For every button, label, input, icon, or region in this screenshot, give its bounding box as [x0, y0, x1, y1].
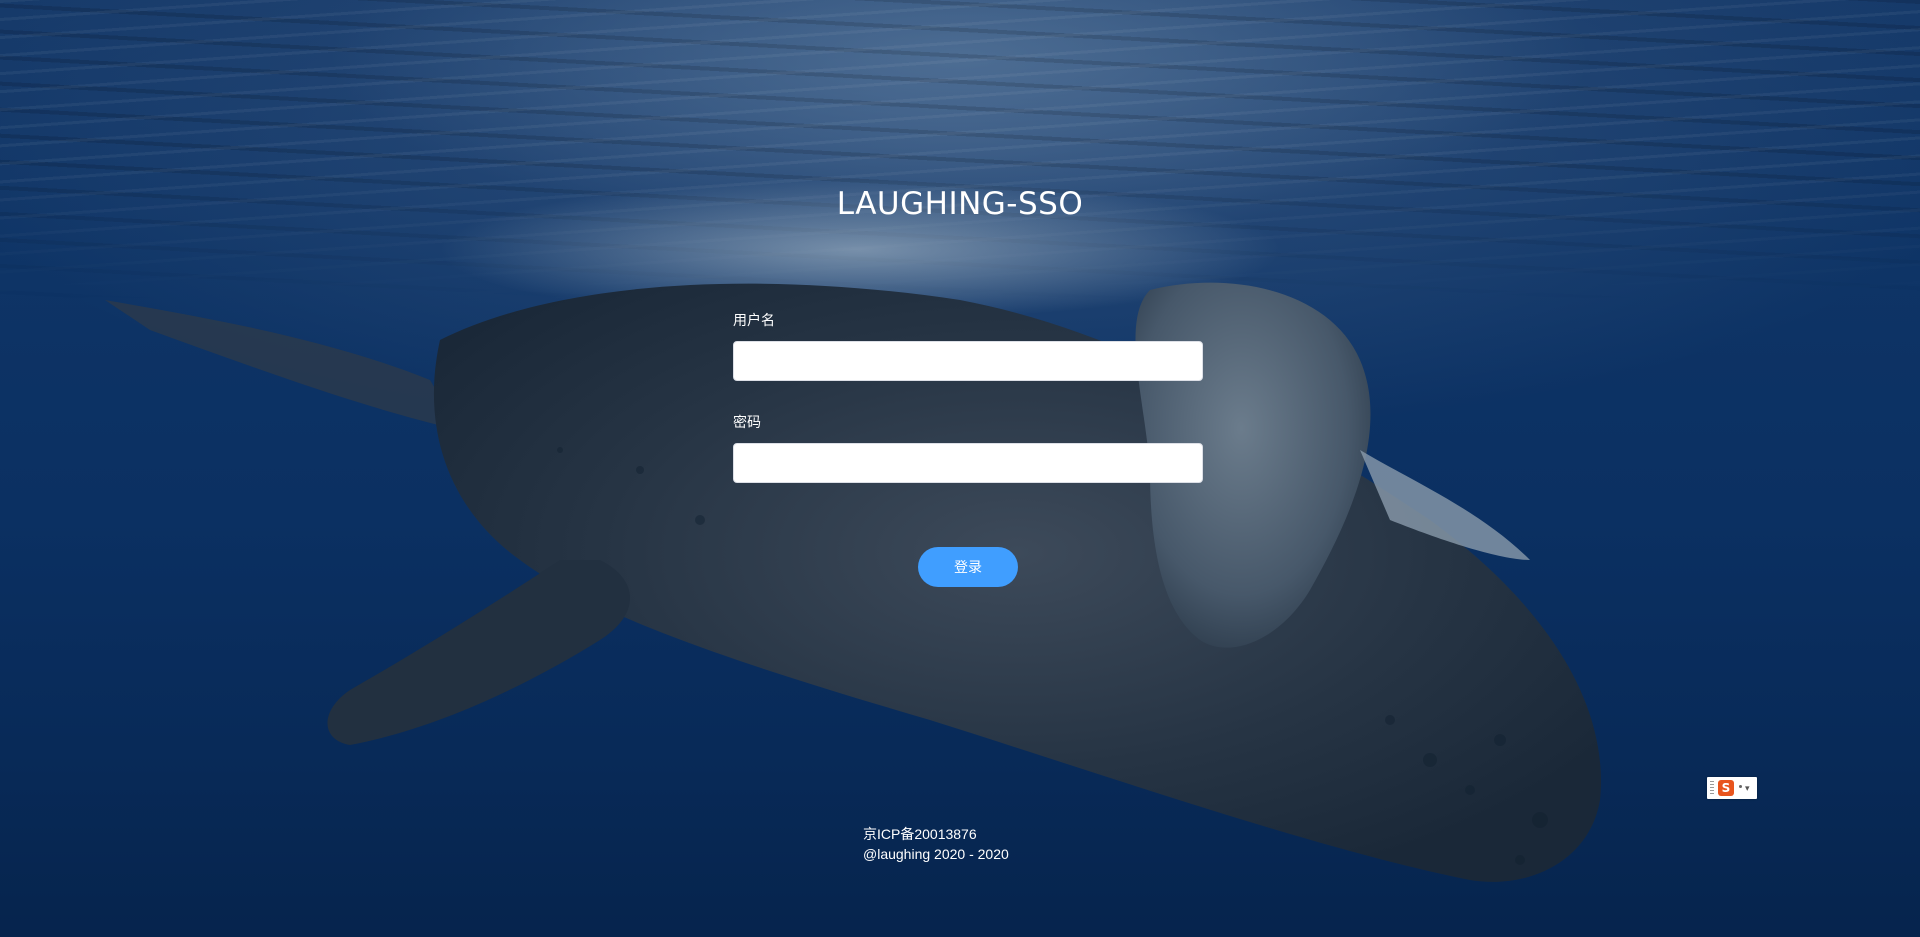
- icp-record-link[interactable]: 京ICP备20013876: [863, 824, 1009, 844]
- login-page: LAUGHING-SSO 用户名 密码 登录 京ICP备20013876 @la…: [0, 0, 1920, 937]
- footer: 京ICP备20013876 @laughing 2020 - 2020: [863, 824, 1009, 864]
- dot-icon: [1739, 784, 1742, 788]
- password-input[interactable]: [733, 443, 1203, 483]
- drag-handle-icon[interactable]: [1710, 781, 1714, 795]
- username-label: 用户名: [733, 312, 775, 328]
- login-button[interactable]: 登录: [918, 547, 1018, 587]
- chevron-down-icon[interactable]: ▾: [1745, 783, 1750, 793]
- ime-toolbar[interactable]: S ▾: [1707, 777, 1757, 799]
- password-field-group: 密码: [733, 412, 1203, 483]
- sogou-ime-icon[interactable]: S: [1718, 780, 1734, 796]
- copyright-text: @laughing 2020 - 2020: [863, 846, 1009, 862]
- app-title: LAUGHING-SSO: [836, 186, 1084, 222]
- username-input[interactable]: [733, 341, 1203, 381]
- username-field-group: 用户名: [733, 310, 1203, 381]
- login-form: 用户名 密码: [733, 310, 1203, 483]
- password-label: 密码: [733, 414, 761, 430]
